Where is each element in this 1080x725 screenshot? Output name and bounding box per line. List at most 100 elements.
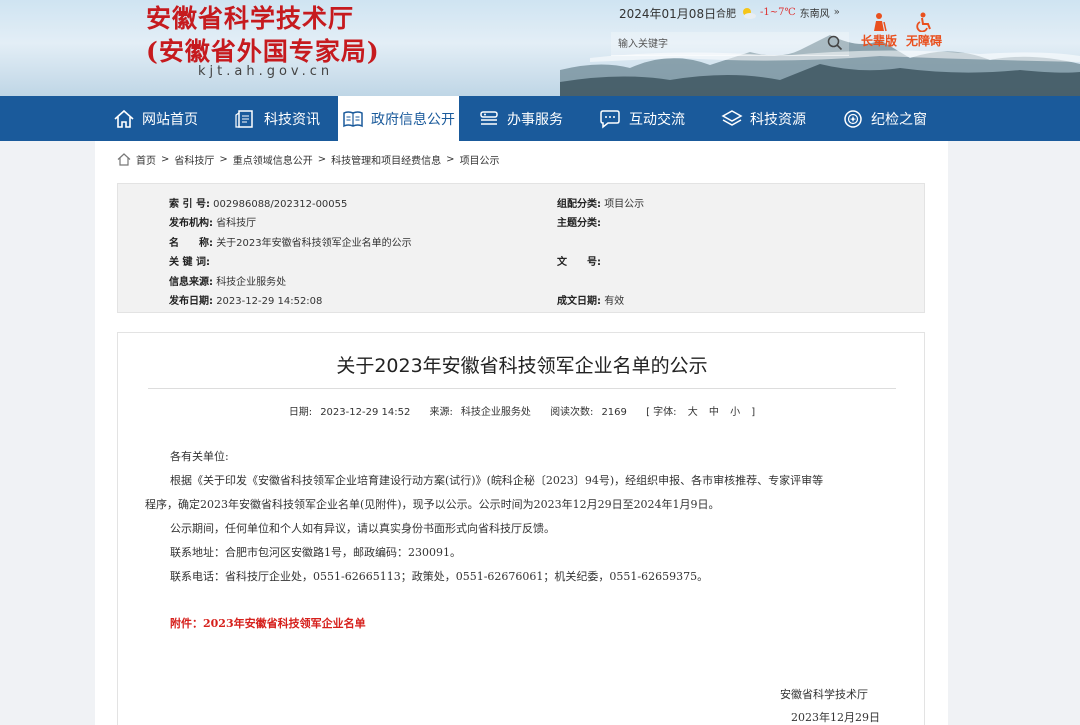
weather-more-link[interactable]: » — [834, 7, 840, 18]
nav-item-gov-info[interactable]: 政府信息公开 — [338, 96, 459, 141]
home-icon — [117, 153, 131, 166]
meta-source: 信息来源: 科技企业服务处 — [169, 273, 286, 288]
breadcrumb: 首页 > 省科技厅 > 重点领域信息公开 > 科技管理和项目经费信息 > 项目公… — [117, 152, 500, 167]
meta-value: 科技企业服务处 — [216, 277, 287, 288]
breadcrumb-separator: > — [161, 154, 170, 165]
article-views: 阅读次数: 2169 — [546, 407, 631, 418]
info-label: 日期: — [288, 407, 313, 418]
article-paragraph: 根据《关于印发《安徽省科技领军企业培育建设行动方案(试行)》(皖科企秘〔2023… — [170, 474, 824, 487]
meta-doc-number: 文 号: — [557, 253, 601, 268]
sunny-weather-icon — [743, 7, 756, 19]
meta-keywords: 关 键 词: — [169, 253, 210, 268]
site-header: 安徽省科学技术厅 (安徽省外国专家局) kjt.ah.gov.cn 2024年0… — [0, 0, 1080, 96]
nav-item-resources[interactable]: 科技资源 — [721, 96, 806, 141]
elder-mode-label: 长辈版 — [861, 34, 898, 48]
search-input[interactable] — [611, 32, 816, 57]
meta-topic: 主题分类: — [557, 214, 601, 229]
meta-index-number: 索 引 号: 002986088/202312-00055 — [169, 195, 347, 210]
attachment-link[interactable]: 附件：2023年安徽省科技领军企业名单 — [170, 615, 366, 631]
search-box — [611, 32, 849, 57]
meta-publisher: 发布机构: 省科技厅 — [169, 214, 256, 229]
article-paragraph: 公示期间，任何单位和个人如有异议，请以真实身份书面形式向省科技厅反馈。 — [170, 522, 555, 535]
meta-value: 关于2023年安徽省科技领军企业名单的公示 — [216, 238, 412, 249]
document-metadata: 索 引 号: 002986088/202312-00055 组配分类: 项目公示… — [117, 183, 925, 313]
search-icon[interactable] — [827, 35, 843, 51]
info-label: 来源: — [429, 407, 453, 418]
document-icon — [235, 109, 253, 128]
article-source: 来源: 科技企业服务处 — [426, 407, 535, 418]
weather-wind: 东南风 — [799, 9, 830, 20]
font-small-button[interactable]: 小 — [730, 407, 740, 418]
site-domain: kjt.ah.gov.cn — [198, 64, 334, 79]
breadcrumb-item-funding[interactable]: 科技管理和项目经费信息 — [331, 152, 441, 167]
content-panel: 首页 > 省科技厅 > 重点领域信息公开 > 科技管理和项目经费信息 > 项目公… — [95, 141, 948, 725]
meta-label: 发布日期: — [169, 296, 213, 307]
nav-item-discipline[interactable]: 纪检之窗 — [842, 96, 927, 141]
meta-value: 2023-12-29 14:52:08 — [216, 296, 323, 307]
meta-label: 组配分类: — [557, 199, 601, 210]
weather-city: 合肥 — [716, 9, 736, 20]
barrier-free-label: 无障碍 — [906, 34, 943, 48]
meta-category: 组配分类: 项目公示 — [557, 195, 644, 210]
font-medium-button[interactable]: 中 — [709, 407, 719, 418]
nav-item-label: 科技资讯 — [264, 111, 320, 128]
meta-validity: 成文日期: 有效 — [557, 292, 624, 307]
meta-value: 002986088/202312-00055 — [213, 199, 348, 210]
meta-label: 主题分类: — [557, 218, 601, 229]
meta-value: 有效 — [604, 296, 625, 307]
font-large-button[interactable]: 大 — [688, 407, 698, 418]
nav-item-label: 网站首页 — [142, 111, 198, 128]
article-title: 关于2023年安徽省科技领军企业名单的公示 — [336, 355, 708, 377]
article-info: 日期: 2023-12-29 14:52 来源: 科技企业服务处 阅读次数: 2169… — [118, 403, 926, 418]
article-address: 联系地址：合肥市包河区安徽路1号，邮政编码：230091。 — [170, 546, 461, 559]
breadcrumb-separator: > — [317, 154, 327, 165]
barrier-free-button[interactable]: 无障碍 — [906, 12, 942, 49]
breadcrumb-separator: > — [219, 154, 228, 165]
meta-publish-date: 发布日期: 2023-12-29 14:52:08 — [169, 292, 322, 307]
font-size-bracket: ] — [751, 407, 756, 418]
breadcrumb-item-home[interactable]: 首页 — [136, 152, 156, 167]
meta-label: 成文日期: — [557, 296, 601, 307]
wheelchair-icon — [916, 12, 931, 32]
info-value: 2169 — [601, 407, 627, 418]
article-date: 日期: 2023-12-29 14:52 — [285, 407, 415, 418]
info-value: 2023-12-29 14:52 — [320, 407, 411, 418]
badge-icon — [844, 109, 862, 128]
breadcrumb-item-current[interactable]: 项目公示 — [460, 152, 500, 167]
chat-icon — [600, 109, 620, 129]
meta-label: 名 称: — [169, 238, 213, 249]
article-sign-date: 2023年12月29日 — [791, 711, 880, 724]
elder-mode-button[interactable]: 长辈版 — [861, 12, 897, 49]
article-phone: 联系电话：省科技厅企业处，0551-62665113；政策处，0551-6267… — [170, 570, 709, 583]
meta-label: 发布机构: — [169, 218, 213, 229]
weather-widget[interactable]: 合肥 -1~7℃ 东南风 » — [716, 5, 840, 20]
font-size-controls: [ 字体: 大 中 小 ] — [642, 407, 759, 418]
nav-item-interaction[interactable]: 互动交流 — [598, 96, 685, 141]
info-value: 科技企业服务处 — [460, 407, 531, 418]
title-divider — [148, 388, 896, 389]
site-logo-title[interactable]: 安徽省科学技术厅 (安徽省外国专家局) — [146, 2, 380, 68]
nav-item-home[interactable]: 网站首页 — [113, 96, 198, 141]
article-signature: 安徽省科学技术厅 — [780, 688, 868, 701]
current-date: 2024年01月08日 — [619, 7, 717, 21]
article: 关于2023年安徽省科技领军企业名单的公示 日期: 2023-12-29 14:5… — [117, 332, 925, 725]
nav-item-services[interactable]: 办事服务 — [478, 96, 563, 141]
logo-title-line1: 安徽省科学技术厅 — [146, 4, 355, 33]
breadcrumb-item-key-areas[interactable]: 重点领域信息公开 — [233, 152, 313, 167]
elder-person-icon — [874, 13, 887, 32]
breadcrumb-item-dept[interactable]: 省科技厅 — [174, 152, 214, 167]
meta-label: 索 引 号: — [169, 199, 210, 210]
meta-label: 关 键 词: — [169, 257, 210, 268]
meta-label: 文 号: — [557, 257, 601, 268]
nav-item-label: 科技资源 — [750, 111, 806, 128]
article-paragraph: 程序，确定2023年安徽省科技领军企业名单(见附件)，现予以公示。公示时间为20… — [145, 498, 720, 511]
nav-item-news[interactable]: 科技资讯 — [235, 96, 320, 141]
breadcrumb-separator: > — [446, 154, 455, 165]
weather-temperature: -1~7℃ — [760, 7, 796, 18]
main-nav: 网站首页 科技资讯 政府信息公开 办事服务 互动交流 科技资源 纪检之窗 — [0, 96, 1080, 141]
meta-value: 项目公示 — [604, 199, 645, 210]
service-icon — [480, 110, 498, 125]
layers-icon — [721, 109, 743, 126]
home-icon — [114, 109, 134, 128]
info-label: 阅读次数: — [550, 407, 594, 418]
